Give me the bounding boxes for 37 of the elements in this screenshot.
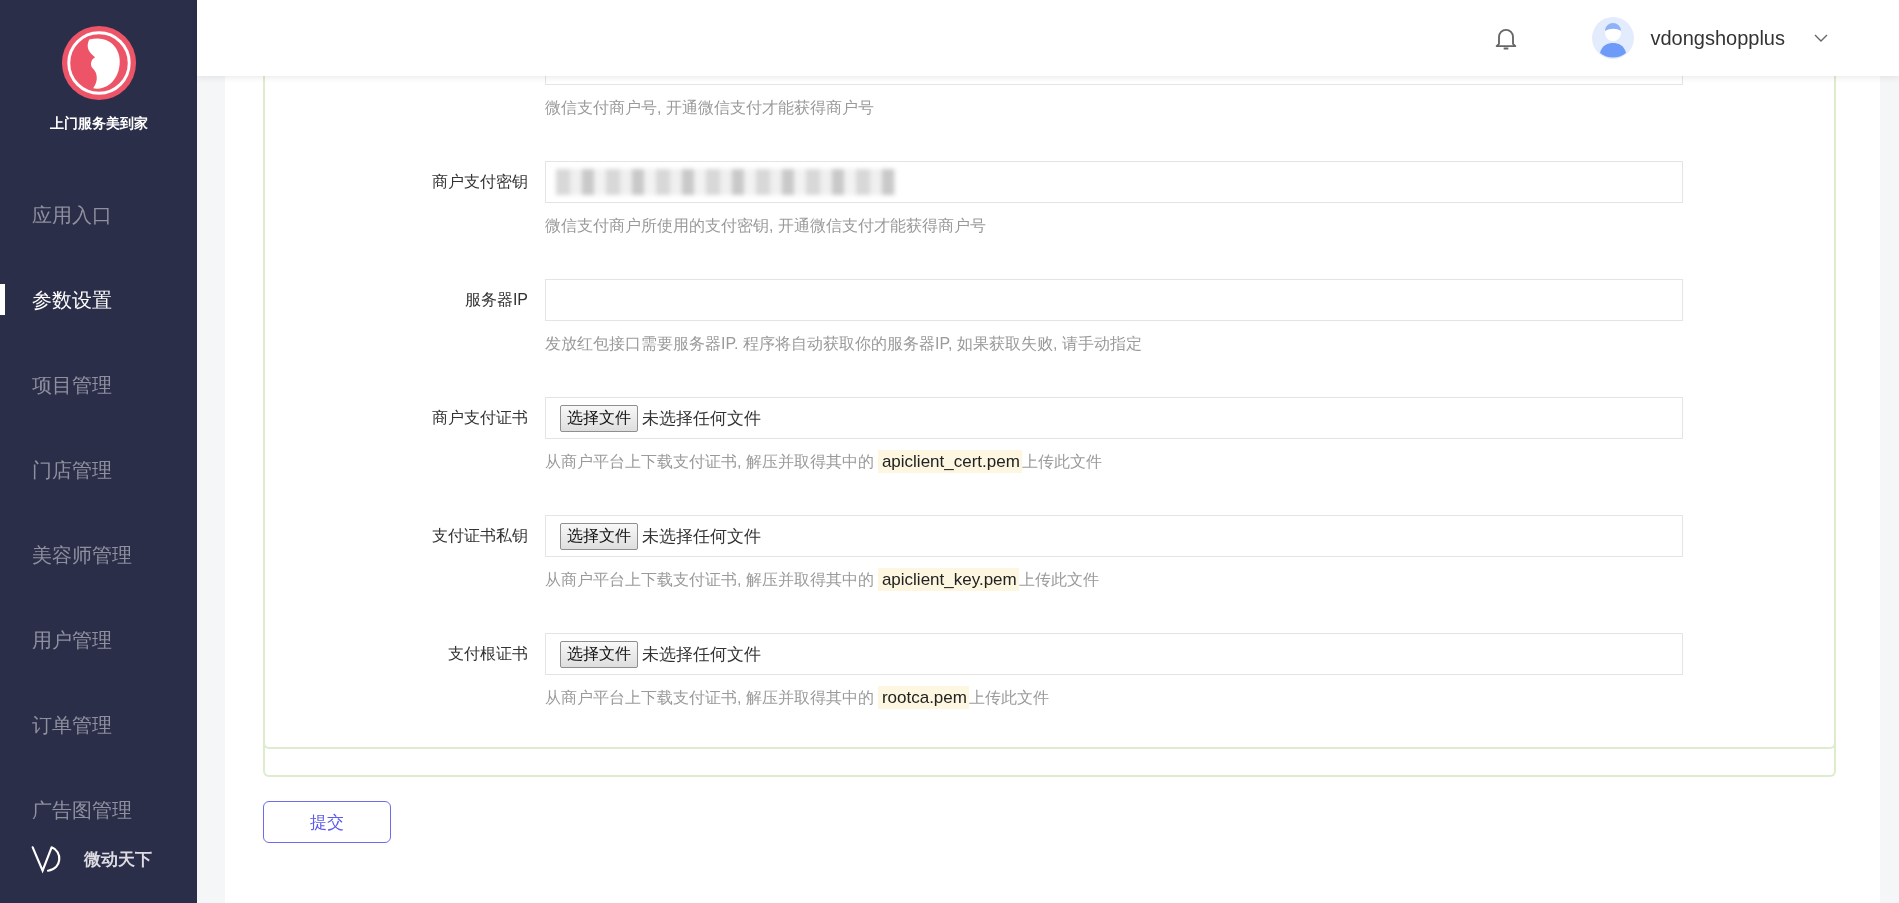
field-hint: 微信支付商户所使用的支付密钥, 开通微信支付才能获得商户号 — [545, 216, 987, 236]
brand-name: 上门服务美到家 — [49, 115, 148, 133]
field-label: 支付证书私钥 — [432, 525, 528, 546]
username[interactable]: vdongshopplus — [1650, 26, 1785, 50]
field-label: 支付根证书 — [448, 643, 528, 664]
file-status-text: 未选择任何文件 — [642, 407, 761, 430]
sidebar-item[interactable]: 参数设置 — [0, 280, 197, 320]
sidebar-item[interactable]: 美容师管理 — [0, 535, 197, 575]
input-field[interactable] — [545, 161, 1683, 203]
file-input-field[interactable]: 选择文件 未选择任何文件 — [545, 633, 1683, 675]
choose-file-button[interactable]: 选择文件 — [560, 404, 638, 432]
submit-button[interactable]: 提交 — [263, 801, 391, 843]
input-field[interactable] — [545, 279, 1683, 321]
field-label: 商户支付密钥 — [432, 171, 528, 192]
file-input-field[interactable]: 选择文件 未选择任何文件 — [545, 397, 1683, 439]
sidebar-item[interactable]: 项目管理 — [0, 365, 197, 405]
company-name: 微动天下 — [84, 848, 152, 871]
choose-file-button[interactable]: 选择文件 — [560, 522, 638, 550]
file-status-text: 未选择任何文件 — [642, 525, 761, 548]
avatar-icon[interactable] — [1592, 17, 1635, 59]
file-input-field[interactable]: 选择文件 未选择任何文件 — [545, 515, 1683, 557]
field-hint: 发放红包接口需要服务器IP. 程序将自动获取你的服务器IP, 如果获取失败, 请手动指定 — [545, 334, 1143, 354]
chevron-down-icon[interactable] — [1813, 33, 1829, 43]
file-status-text: 未选择任何文件 — [642, 643, 761, 666]
choose-file-button[interactable]: 选择文件 — [560, 640, 638, 668]
sidebar-item[interactable]: 门店管理 — [0, 450, 197, 490]
logo-icon — [59, 24, 138, 102]
field-label: 商户支付证书 — [432, 407, 528, 428]
sidebar-item[interactable]: 订单管理 — [0, 705, 197, 745]
sidebar-item[interactable]: 用户管理 — [0, 620, 197, 660]
sidebar-item[interactable]: 应用入口 — [0, 195, 197, 235]
field-hint: 从商户平台上下载支付证书, 解压并取得其中的 apiclient_key.pem上传此文件 — [545, 567, 1100, 593]
field-hint: 从商户平台上下载支付证书, 解压并取得其中的 apiclient_cert.pem上传此文件 — [545, 449, 1103, 475]
field-hint: 从商户平台上下载支付证书, 解压并取得其中的 rootca.pem上传此文件 — [545, 685, 1050, 711]
sidebar-item[interactable]: 广告图管理 — [0, 790, 197, 830]
field-label: 服务器IP — [464, 289, 528, 310]
field-hint: 微信支付商户号, 开通微信支付才能获得商户号 — [545, 98, 875, 118]
